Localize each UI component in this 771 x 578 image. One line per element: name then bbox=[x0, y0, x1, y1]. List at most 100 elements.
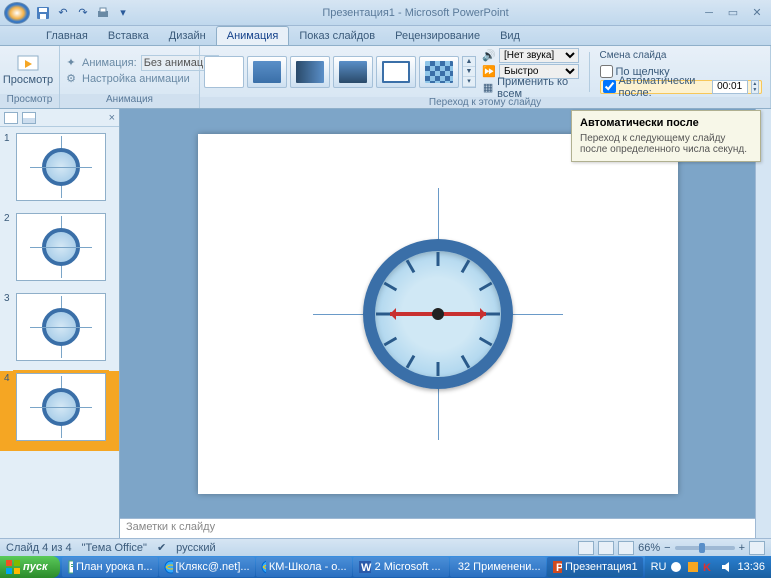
svg-text:P: P bbox=[556, 562, 562, 574]
system-tray: RU K 13:36 bbox=[645, 556, 771, 578]
tray-icon[interactable] bbox=[686, 560, 700, 574]
svg-text:K: K bbox=[703, 562, 711, 574]
slides-panel: × 1 2 3 4 bbox=[0, 109, 120, 538]
undo-icon[interactable]: ↶ bbox=[54, 4, 72, 22]
transition-none[interactable] bbox=[204, 56, 244, 88]
tab-view[interactable]: Вид bbox=[490, 27, 530, 45]
print-icon[interactable] bbox=[94, 4, 112, 22]
status-bar: Слайд 4 из 4 "Тема Office" ✔ русский 66%… bbox=[0, 538, 771, 556]
notes-pane[interactable]: Заметки к слайду bbox=[120, 518, 755, 538]
thumb-number: 3 bbox=[4, 293, 12, 361]
language-bar[interactable]: RU bbox=[651, 561, 667, 573]
taskbar: пуск План урока п...[Клякс@.net]...КМ-Шк… bbox=[0, 556, 771, 578]
taskbar-item[interactable]: План урока п... bbox=[62, 557, 158, 577]
zoom-slider[interactable] bbox=[675, 546, 735, 550]
taskbar-item[interactable]: W2 Microsoft ... bbox=[353, 557, 449, 577]
word-icon: W bbox=[358, 560, 372, 574]
restore-button[interactable]: ▭ bbox=[723, 5, 743, 21]
slide[interactable] bbox=[198, 134, 678, 494]
thumbnail-row[interactable]: 3 bbox=[0, 291, 119, 371]
normal-view-button[interactable] bbox=[578, 541, 594, 555]
doc-icon bbox=[67, 560, 73, 574]
zoom-in-button[interactable]: + bbox=[739, 542, 745, 554]
time-spinner[interactable]: ▲▼ bbox=[751, 80, 759, 94]
work-area: × 1 2 3 4 Заметки к bbox=[0, 109, 771, 538]
qat-more-icon[interactable]: ▾ bbox=[114, 4, 132, 22]
apply-icon: ▦ bbox=[482, 81, 494, 95]
ribbon: Просмотр Просмотр ✦ Анимация: ⚙ Настройк… bbox=[0, 46, 771, 109]
thumb-number: 4 bbox=[4, 373, 12, 441]
tooltip-body: Переход к следующему слайду после опреде… bbox=[580, 133, 752, 155]
taskbar-item[interactable]: [Клякс@.net]... bbox=[159, 557, 255, 577]
thumbnail[interactable] bbox=[16, 373, 106, 441]
thumb-number: 2 bbox=[4, 213, 12, 281]
thumbnail[interactable] bbox=[16, 293, 106, 361]
auto-after-time[interactable] bbox=[712, 80, 748, 94]
zoom-out-button[interactable]: − bbox=[664, 542, 670, 554]
start-button[interactable]: пуск bbox=[0, 556, 60, 578]
thumb-number: 1 bbox=[4, 133, 12, 201]
zoom-value: 66% bbox=[638, 542, 660, 554]
taskbar-items: План урока п...[Клякс@.net]...КМ-Школа -… bbox=[60, 557, 645, 577]
thumbnail[interactable] bbox=[16, 213, 106, 281]
tab-home[interactable]: Главная bbox=[36, 27, 98, 45]
taskbar-item[interactable]: 32 Применени... bbox=[450, 557, 546, 577]
thumbnail[interactable] bbox=[16, 133, 106, 201]
sorter-view-button[interactable] bbox=[598, 541, 614, 555]
slides-tab-icon[interactable] bbox=[4, 112, 18, 124]
close-button[interactable]: ✕ bbox=[747, 5, 767, 21]
outline-tab-icon[interactable] bbox=[22, 112, 36, 124]
speed-icon: ⏩ bbox=[482, 65, 496, 79]
minimize-button[interactable]: ─ bbox=[699, 5, 719, 21]
spellcheck-icon[interactable]: ✔ bbox=[157, 541, 166, 554]
gallery-more-button[interactable]: ▲▼▾ bbox=[462, 56, 476, 88]
group-transition: Переход к этому слайду bbox=[200, 97, 770, 108]
clock-shape bbox=[313, 184, 563, 444]
transition-item[interactable] bbox=[290, 56, 330, 88]
kaspersky-icon[interactable]: K bbox=[703, 560, 717, 574]
tray-icon[interactable] bbox=[669, 560, 683, 574]
apply-all-button[interactable]: ▦ Применить ко всем bbox=[482, 80, 583, 95]
language-indicator[interactable]: русский bbox=[176, 542, 215, 554]
fit-button[interactable] bbox=[749, 541, 765, 555]
auto-after-checkbox[interactable] bbox=[603, 80, 616, 93]
office-button[interactable] bbox=[4, 2, 30, 24]
taskbar-item[interactable]: PПрезентация1 bbox=[547, 557, 643, 577]
thumbnail-row[interactable]: 4 bbox=[0, 371, 119, 451]
canvas-area: Заметки к слайду bbox=[120, 109, 755, 538]
group-preview: Просмотр bbox=[0, 94, 59, 108]
tab-review[interactable]: Рецензирование bbox=[385, 27, 490, 45]
transition-item[interactable] bbox=[247, 56, 287, 88]
window-title: Презентация1 - Microsoft PowerPoint bbox=[132, 7, 699, 19]
animation-settings-button[interactable]: ⚙ Настройка анимации bbox=[64, 72, 219, 86]
thumbnail-row[interactable]: 2 bbox=[0, 211, 119, 291]
star-icon: ✦ bbox=[64, 56, 78, 70]
tooltip-title: Автоматически после bbox=[580, 117, 752, 129]
panel-close-icon[interactable]: × bbox=[109, 112, 115, 124]
on-click-checkbox[interactable] bbox=[600, 65, 613, 78]
thumbnails-list: 1 2 3 4 bbox=[0, 127, 119, 538]
transition-item[interactable] bbox=[419, 56, 459, 88]
thumbnail-row[interactable]: 1 bbox=[0, 131, 119, 211]
tab-slideshow[interactable]: Показ слайдов bbox=[289, 27, 385, 45]
transition-sound-select[interactable]: [Нет звука] bbox=[499, 48, 579, 63]
title-bar: ↶ ↷ ▾ Презентация1 - Microsoft PowerPoin… bbox=[0, 0, 771, 26]
ie-icon bbox=[261, 560, 266, 574]
slideshow-view-button[interactable] bbox=[618, 541, 634, 555]
transition-item[interactable] bbox=[376, 56, 416, 88]
save-icon[interactable] bbox=[34, 4, 52, 22]
tooltip: Автоматически после Переход к следующему… bbox=[571, 110, 761, 162]
volume-icon[interactable] bbox=[720, 560, 734, 574]
tab-design[interactable]: Дизайн bbox=[159, 27, 216, 45]
transition-item[interactable] bbox=[333, 56, 373, 88]
redo-icon[interactable]: ↷ bbox=[74, 4, 92, 22]
preview-button[interactable]: Просмотр bbox=[4, 48, 52, 92]
taskbar-item[interactable]: КМ-Школа - о... bbox=[256, 557, 352, 577]
window-controls: ─ ▭ ✕ bbox=[699, 5, 767, 21]
slide-indicator: Слайд 4 из 4 bbox=[6, 542, 72, 554]
quick-access-toolbar: ↶ ↷ ▾ bbox=[34, 4, 132, 22]
clock[interactable]: 13:36 bbox=[737, 561, 765, 573]
tab-animation[interactable]: Анимация bbox=[216, 26, 290, 45]
vertical-scrollbar[interactable] bbox=[755, 109, 771, 538]
tab-insert[interactable]: Вставка bbox=[98, 27, 159, 45]
